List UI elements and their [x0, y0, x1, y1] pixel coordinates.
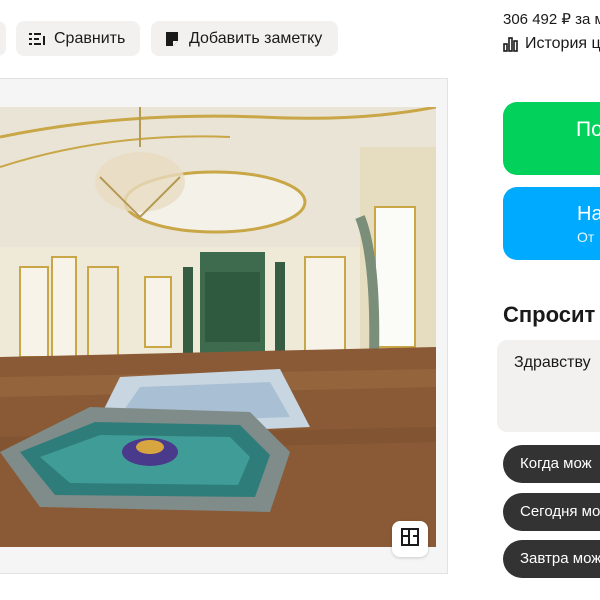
- message-input-value: Здравству: [514, 354, 591, 371]
- room-photo: [0, 107, 436, 547]
- add-note-button[interactable]: Добавить заметку: [151, 21, 338, 56]
- show-phone-label: По: [576, 118, 600, 141]
- ask-seller-title: Спросит: [503, 302, 596, 327]
- message-input[interactable]: Здравству: [497, 340, 600, 432]
- listing-photo[interactable]: [0, 78, 448, 574]
- show-phone-button[interactable]: По: [503, 102, 600, 175]
- write-message-button[interactable]: На От: [503, 187, 600, 260]
- price-history-link[interactable]: История ц: [503, 35, 600, 53]
- compare-button[interactable]: Сравнить: [16, 21, 140, 56]
- quick-reply-button[interactable]: Когда мож: [503, 445, 600, 483]
- price-per-meter: 306 492 ₽ за м: [503, 11, 600, 28]
- bar-chart-icon: [503, 36, 519, 52]
- compare-list-icon: [28, 30, 46, 48]
- quick-reply-button[interactable]: Сегодня мо: [503, 493, 600, 531]
- note-icon: [163, 30, 181, 48]
- quick-reply-label: Сегодня мо: [520, 503, 600, 520]
- price-history-label: История ц: [525, 35, 600, 52]
- floor-plan-button[interactable]: [392, 521, 428, 557]
- quick-reply-label: Когда мож: [520, 455, 592, 472]
- compare-label: Сравнить: [54, 29, 126, 47]
- add-note-label: Добавить заметку: [189, 29, 323, 47]
- quick-reply-label: Завтра мож: [520, 550, 600, 567]
- floor-plan-icon: [400, 527, 420, 552]
- partial-chip[interactable]: [0, 21, 6, 56]
- write-message-sublabel: От: [577, 229, 595, 245]
- write-message-label: На: [577, 203, 600, 225]
- quick-reply-button[interactable]: Завтра мож: [503, 540, 600, 578]
